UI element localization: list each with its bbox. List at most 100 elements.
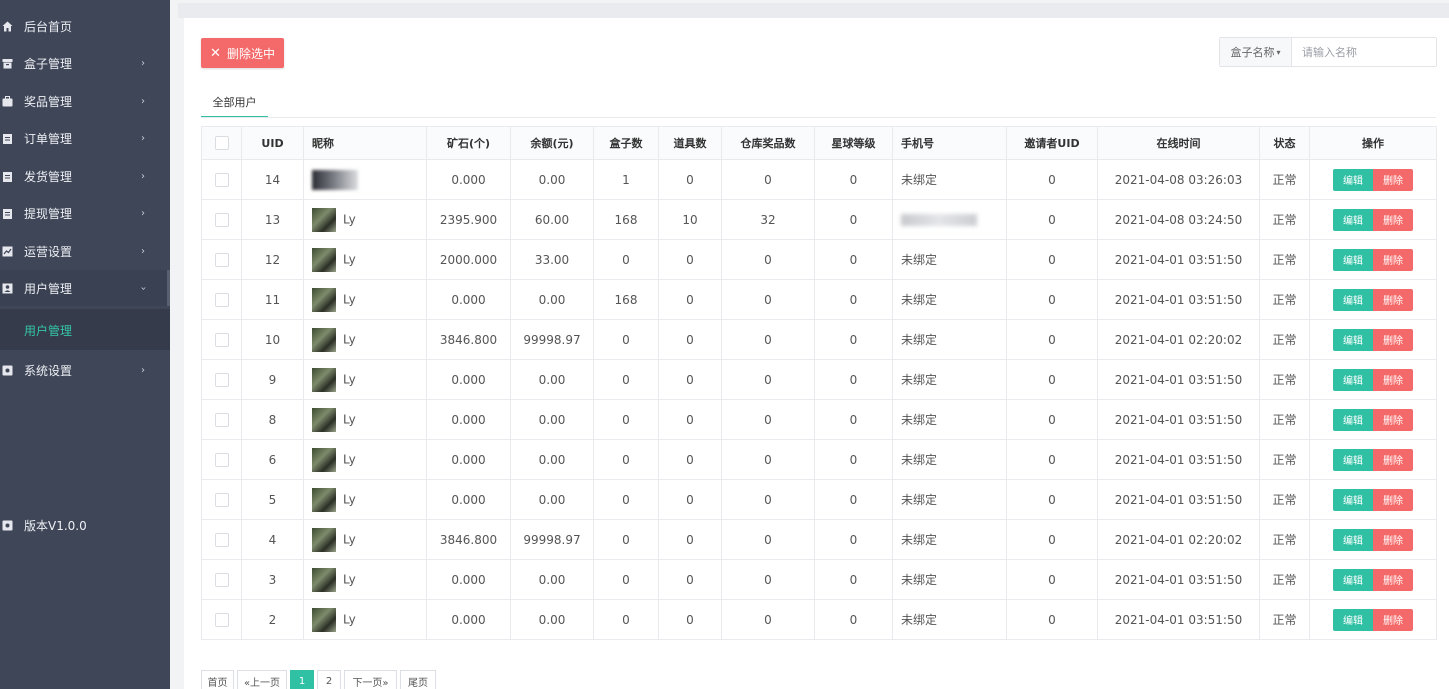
column-header[interactable]: 手机号	[892, 126, 1007, 160]
column-header[interactable]: UID	[241, 126, 304, 160]
cell-prizes[interactable]: 0	[721, 559, 815, 600]
cell-props[interactable]: 0	[658, 399, 722, 440]
row-checkbox[interactable]	[214, 612, 229, 627]
delete-button[interactable]: 删除	[1373, 488, 1413, 511]
cell-prizes[interactable]: 0	[721, 279, 815, 320]
cell-boxes[interactable]: 0	[593, 239, 659, 280]
edit-button[interactable]: 编辑	[1333, 608, 1373, 631]
row-checkbox[interactable]	[214, 372, 229, 387]
cell-prizes[interactable]: 0	[721, 399, 815, 440]
page-prev-button[interactable]: «上一页	[237, 670, 287, 689]
cell-props[interactable]: 0	[658, 439, 722, 480]
cell-props[interactable]: 10	[658, 199, 722, 240]
row-checkbox[interactable]	[214, 252, 229, 267]
page-next-button[interactable]: 下一页»	[344, 670, 397, 689]
cell-prizes[interactable]: 0	[721, 479, 815, 520]
column-header[interactable]: 道具数	[658, 126, 722, 160]
column-header[interactable]: 仓库奖品数	[721, 126, 815, 160]
cell-prizes[interactable]: 0	[721, 439, 815, 480]
edit-button[interactable]: 编辑	[1333, 488, 1373, 511]
delete-button[interactable]: 删除	[1373, 568, 1413, 591]
edit-button[interactable]: 编辑	[1333, 288, 1373, 311]
row-checkbox[interactable]	[214, 172, 229, 187]
cell-boxes[interactable]: 0	[593, 319, 659, 360]
edit-button[interactable]: 编辑	[1333, 568, 1373, 591]
edit-button[interactable]: 编辑	[1333, 368, 1373, 391]
sidebar-item-box[interactable]: 盒子管理 ›	[0, 45, 170, 81]
sidebar-item-system[interactable]: 系统设置 ›	[0, 352, 170, 388]
delete-button[interactable]: 删除	[1373, 168, 1413, 191]
column-header[interactable]: 邀请者UID	[1006, 126, 1098, 160]
sidebar-item-operations[interactable]: 运营设置 ›	[0, 233, 170, 269]
row-checkbox[interactable]	[214, 532, 229, 547]
delete-button[interactable]: 删除	[1373, 408, 1413, 431]
select-all-checkbox[interactable]	[214, 136, 229, 150]
delete-button[interactable]: 删除	[1373, 208, 1413, 231]
cell-boxes[interactable]: 0	[593, 519, 659, 560]
cell-boxes[interactable]: 0	[593, 359, 659, 400]
column-header[interactable]: 余额(元)	[510, 126, 594, 160]
cell-prizes[interactable]: 0	[721, 519, 815, 560]
edit-button[interactable]: 编辑	[1333, 528, 1373, 551]
edit-button[interactable]: 编辑	[1333, 248, 1373, 271]
cell-prizes[interactable]: 0	[721, 319, 815, 360]
cell-boxes[interactable]: 0	[593, 399, 659, 440]
column-header[interactable]: 盒子数	[593, 126, 659, 160]
delete-button[interactable]: 删除	[1373, 288, 1413, 311]
page-1-button[interactable]: 1	[290, 670, 314, 689]
row-checkbox[interactable]	[214, 412, 229, 427]
row-checkbox[interactable]	[214, 492, 229, 507]
delete-button[interactable]: 删除	[1373, 368, 1413, 391]
cell-boxes[interactable]: 168	[593, 279, 659, 320]
cell-prizes[interactable]: 0	[721, 599, 815, 640]
page-2-button[interactable]: 2	[317, 670, 341, 689]
cell-props[interactable]: 0	[658, 559, 722, 600]
edit-button[interactable]: 编辑	[1333, 448, 1373, 471]
delete-selected-button[interactable]: ✕ 删除选中	[201, 38, 284, 68]
cell-prizes[interactable]: 0	[721, 159, 815, 200]
cell-props[interactable]: 0	[658, 239, 722, 280]
delete-button[interactable]: 删除	[1373, 248, 1413, 271]
sidebar-item-shipping[interactable]: 发货管理 ›	[0, 158, 170, 194]
edit-button[interactable]: 编辑	[1333, 208, 1373, 231]
sidebar-item-orders[interactable]: 订单管理 ›	[0, 120, 170, 156]
cell-props[interactable]: 0	[658, 519, 722, 560]
sidebar-item-users[interactable]: 用户管理 ›	[0, 270, 170, 306]
cell-props[interactable]: 0	[658, 479, 722, 520]
column-header[interactable]: 星球等级	[814, 126, 893, 160]
row-checkbox[interactable]	[214, 212, 229, 227]
cell-props[interactable]: 0	[658, 319, 722, 360]
search-input[interactable]	[1292, 38, 1436, 66]
page-last-button[interactable]: 尾页	[400, 670, 436, 689]
column-header[interactable]: 昵称	[303, 126, 427, 160]
cell-prizes[interactable]: 32	[721, 199, 815, 240]
delete-button[interactable]: 删除	[1373, 328, 1413, 351]
sidebar-item-withdraw[interactable]: 提现管理 ›	[0, 195, 170, 231]
cell-boxes[interactable]: 168	[593, 199, 659, 240]
delete-button[interactable]: 删除	[1373, 608, 1413, 631]
cell-prizes[interactable]: 0	[721, 359, 815, 400]
cell-props[interactable]: 0	[658, 159, 722, 200]
cell-props[interactable]: 0	[658, 359, 722, 400]
search-field-select[interactable]: 盒子名称 ▾	[1220, 38, 1292, 66]
row-checkbox[interactable]	[214, 572, 229, 587]
sidebar-item-prize[interactable]: 奖品管理 ›	[0, 83, 170, 119]
sidebar-item-home[interactable]: 后台首页	[0, 8, 170, 44]
cell-prizes[interactable]: 0	[721, 239, 815, 280]
cell-boxes[interactable]: 0	[593, 479, 659, 520]
column-header[interactable]: 状态	[1259, 126, 1310, 160]
row-checkbox[interactable]	[214, 452, 229, 467]
edit-button[interactable]: 编辑	[1333, 168, 1373, 191]
sidebar-subitem-user-management[interactable]: 用户管理	[24, 322, 72, 339]
delete-button[interactable]: 删除	[1373, 448, 1413, 471]
cell-boxes[interactable]: 0	[593, 599, 659, 640]
delete-button[interactable]: 删除	[1373, 528, 1413, 551]
cell-props[interactable]: 0	[658, 599, 722, 640]
cell-boxes[interactable]: 0	[593, 559, 659, 600]
row-checkbox[interactable]	[214, 332, 229, 347]
page-first-button[interactable]: 首页	[201, 670, 234, 689]
tab-all-users[interactable]: 全部用户	[201, 88, 268, 118]
column-header[interactable]: 在线时间	[1097, 126, 1260, 160]
cell-boxes[interactable]: 1	[593, 159, 659, 200]
cell-boxes[interactable]: 0	[593, 439, 659, 480]
